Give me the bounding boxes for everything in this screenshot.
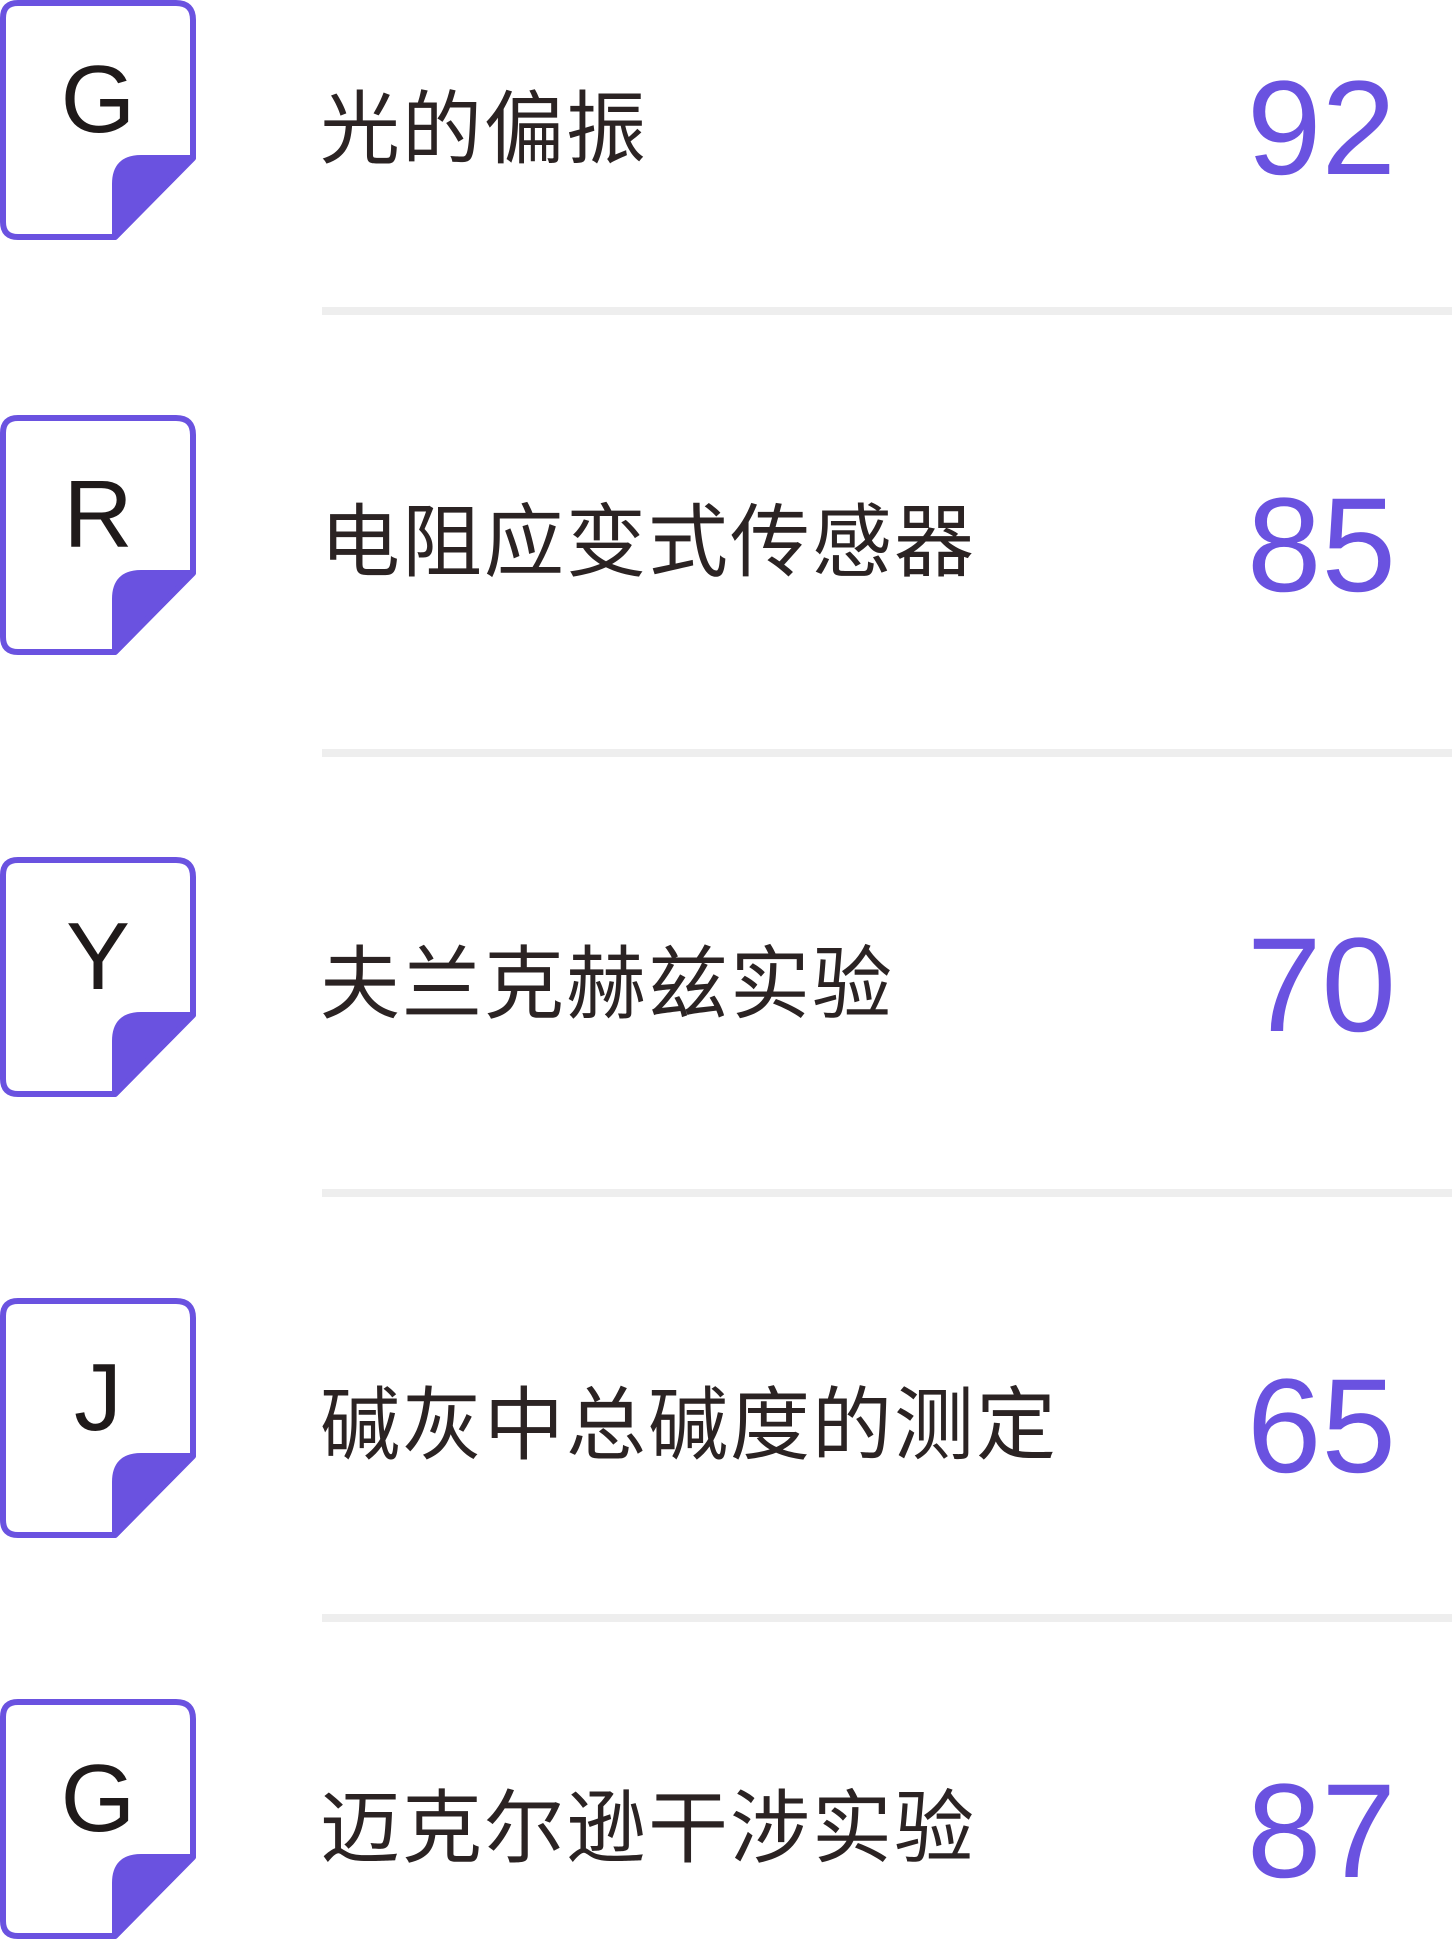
list-item[interactable]: J 碱灰中总碱度的测定 65 — [0, 1298, 1452, 1538]
document-icon: G — [0, 0, 196, 240]
experiment-score-list: G 光的偏振 92 R 电阻应变式传感器 85 Y 夫兰克赫兹实验 70 J 碱… — [0, 0, 1452, 1939]
experiment-title: 光的偏振 — [320, 83, 648, 176]
score-value: 70 — [1246, 911, 1396, 1060]
divider — [322, 749, 1452, 757]
score-value: 65 — [1246, 1352, 1396, 1501]
document-icon: Y — [0, 857, 196, 1097]
document-letter: R — [63, 461, 133, 568]
divider — [322, 1614, 1452, 1622]
list-item[interactable]: G 光的偏振 92 — [0, 0, 1452, 240]
divider — [322, 1189, 1452, 1197]
list-item[interactable]: G 迈克尔逊干涉实验 87 — [0, 1699, 1452, 1939]
score-value: 92 — [1246, 54, 1396, 203]
document-letter: J — [74, 1344, 122, 1451]
experiment-title: 迈克尔逊干涉实验 — [320, 1782, 976, 1875]
list-item[interactable]: Y 夫兰克赫兹实验 70 — [0, 857, 1452, 1097]
score-value: 87 — [1246, 1757, 1396, 1906]
document-icon: J — [0, 1298, 196, 1538]
document-letter: G — [60, 1745, 136, 1852]
list-item[interactable]: R 电阻应变式传感器 85 — [0, 415, 1452, 655]
experiment-title: 电阻应变式传感器 — [320, 496, 976, 589]
score-value: 85 — [1246, 471, 1396, 620]
divider — [322, 307, 1452, 315]
document-icon: G — [0, 1699, 196, 1939]
document-letter: G — [60, 46, 136, 153]
document-icon: R — [0, 415, 196, 655]
document-letter: Y — [65, 903, 131, 1010]
experiment-title: 夫兰克赫兹实验 — [320, 938, 894, 1031]
experiment-title: 碱灰中总碱度的测定 — [320, 1379, 1058, 1472]
